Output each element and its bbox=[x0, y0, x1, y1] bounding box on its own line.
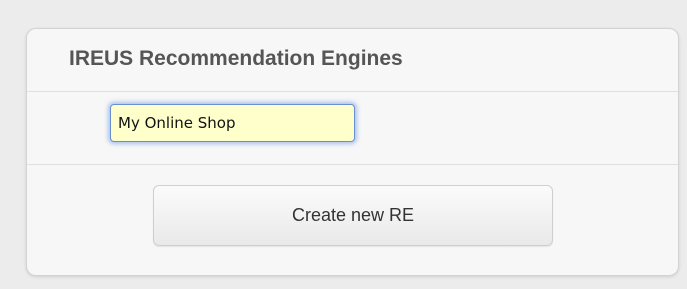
action-row: Create new RE bbox=[27, 165, 678, 275]
recommendation-engines-panel: IREUS Recommendation Engines Create new … bbox=[26, 28, 679, 276]
create-new-re-button[interactable]: Create new RE bbox=[153, 185, 553, 246]
panel-title: IREUS Recommendation Engines bbox=[69, 47, 403, 70]
engine-name-input[interactable] bbox=[110, 104, 355, 142]
panel-header: IREUS Recommendation Engines bbox=[27, 29, 678, 92]
name-input-row bbox=[27, 92, 678, 165]
